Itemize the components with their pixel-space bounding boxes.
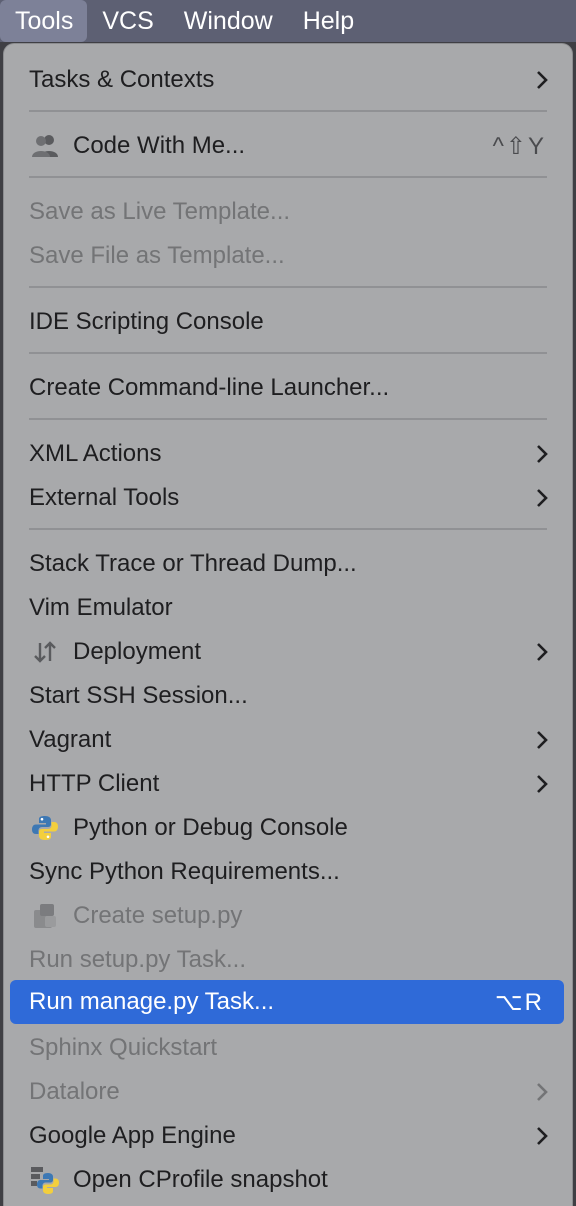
menu-item-label: Run manage.py Task... bbox=[29, 988, 275, 1015]
chevron-right-icon bbox=[536, 1070, 548, 1114]
menu-item-save-file-template[interactable]: Save File as Template... bbox=[4, 234, 572, 278]
menu-item-label: HTTP Client bbox=[29, 770, 160, 797]
menubar-help[interactable]: Help bbox=[288, 0, 369, 42]
menu-item-tasks-contexts[interactable]: Tasks & Contexts bbox=[4, 58, 572, 102]
menu-item-run-setup-task[interactable]: Run setup.py Task... bbox=[4, 938, 572, 982]
menu-item-vagrant[interactable]: Vagrant bbox=[4, 718, 572, 762]
menu-item-label: XML Actions bbox=[29, 440, 162, 467]
shortcut-label: ⌥R bbox=[495, 988, 544, 1016]
menu-item-stack-trace[interactable]: Stack Trace or Thread Dump... bbox=[4, 542, 572, 586]
menu-item-google-app-engine[interactable]: Google App Engine bbox=[4, 1114, 572, 1158]
upload-download-arrows-icon bbox=[29, 636, 61, 668]
menu-item-label: Create setup.py bbox=[73, 902, 243, 929]
menu-separator bbox=[29, 286, 547, 288]
menu-item-ide-scripting-console[interactable]: IDE Scripting Console bbox=[4, 300, 572, 344]
menu-item-deployment[interactable]: Deployment bbox=[4, 630, 572, 674]
menu-item-sphinx-quickstart[interactable]: Sphinx Quickstart bbox=[4, 1026, 572, 1070]
menu-item-label: Sphinx Quickstart bbox=[29, 1034, 218, 1061]
menu-item-run-manage-task[interactable]: Run manage.py Task... ⌥R bbox=[10, 980, 564, 1024]
menu-item-label: Create Command-line Launcher... bbox=[29, 374, 390, 401]
users-icon bbox=[29, 130, 61, 162]
menu-item-open-cprofile[interactable]: Open CProfile snapshot bbox=[4, 1158, 572, 1202]
menubar-tools[interactable]: Tools bbox=[0, 0, 88, 42]
chevron-right-icon bbox=[536, 762, 548, 806]
menu-item-label: Run setup.py Task... bbox=[29, 946, 247, 973]
menubar-vcs[interactable]: VCS bbox=[87, 0, 168, 42]
menu-item-vim-emulator[interactable]: Vim Emulator bbox=[4, 586, 572, 630]
menu-item-save-live-template[interactable]: Save as Live Template... bbox=[4, 190, 572, 234]
menu-item-label: Datalore bbox=[29, 1078, 120, 1105]
menu-item-label: IDE Scripting Console bbox=[29, 308, 264, 335]
chevron-right-icon bbox=[536, 476, 548, 520]
menu-item-datalore[interactable]: Datalore bbox=[4, 1070, 572, 1114]
menu-item-label: Save File as Template... bbox=[29, 242, 285, 269]
menu-separator bbox=[29, 352, 547, 354]
menu-separator bbox=[29, 418, 547, 420]
shortcut-label: ^⇧Y bbox=[492, 132, 546, 160]
menu-item-external-tools[interactable]: External Tools bbox=[4, 476, 572, 520]
chevron-right-icon bbox=[536, 432, 548, 476]
setup-package-icon bbox=[29, 900, 61, 932]
menu-separator bbox=[29, 176, 547, 178]
menu-item-label: Google App Engine bbox=[29, 1122, 236, 1149]
menu-item-sync-requirements[interactable]: Sync Python Requirements... bbox=[4, 850, 572, 894]
menu-item-http-client[interactable]: HTTP Client bbox=[4, 762, 572, 806]
menu-item-xml-actions[interactable]: XML Actions bbox=[4, 432, 572, 476]
menubar-window[interactable]: Window bbox=[169, 0, 288, 42]
menu-bar: Tools VCS Window Help bbox=[0, 0, 576, 42]
tools-dropdown-menu: Tasks & Contexts Code With Me... ^⇧Y Sav… bbox=[4, 44, 572, 1206]
python-icon bbox=[29, 812, 61, 844]
menu-item-label: Start SSH Session... bbox=[29, 682, 248, 709]
menu-item-create-setup[interactable]: Create setup.py bbox=[4, 894, 572, 938]
chevron-right-icon bbox=[536, 630, 548, 674]
menu-item-label: Tasks & Contexts bbox=[29, 66, 215, 93]
menu-item-label: Deployment bbox=[73, 638, 202, 665]
menu-separator bbox=[29, 528, 547, 530]
menu-item-code-with-me[interactable]: Code With Me... ^⇧Y bbox=[4, 124, 572, 168]
menu-item-create-launcher[interactable]: Create Command-line Launcher... bbox=[4, 366, 572, 410]
menu-item-label: Save as Live Template... bbox=[29, 198, 291, 225]
menu-separator bbox=[29, 110, 547, 112]
menu-item-start-ssh[interactable]: Start SSH Session... bbox=[4, 674, 572, 718]
cprofile-python-icon bbox=[29, 1164, 61, 1196]
chevron-right-icon bbox=[536, 58, 548, 102]
menu-item-label: External Tools bbox=[29, 484, 180, 511]
menu-item-label: Code With Me... bbox=[73, 132, 246, 159]
menu-item-python-console[interactable]: Python or Debug Console bbox=[4, 806, 572, 850]
menu-item-label: Sync Python Requirements... bbox=[29, 858, 340, 885]
menu-item-label: Stack Trace or Thread Dump... bbox=[29, 550, 357, 577]
menu-item-label: Open CProfile snapshot bbox=[73, 1166, 328, 1193]
menu-item-label: Vagrant bbox=[29, 726, 112, 753]
menu-item-label: Vim Emulator bbox=[29, 594, 173, 621]
chevron-right-icon bbox=[536, 718, 548, 762]
menu-item-label: Python or Debug Console bbox=[73, 814, 348, 841]
chevron-right-icon bbox=[536, 1114, 548, 1158]
